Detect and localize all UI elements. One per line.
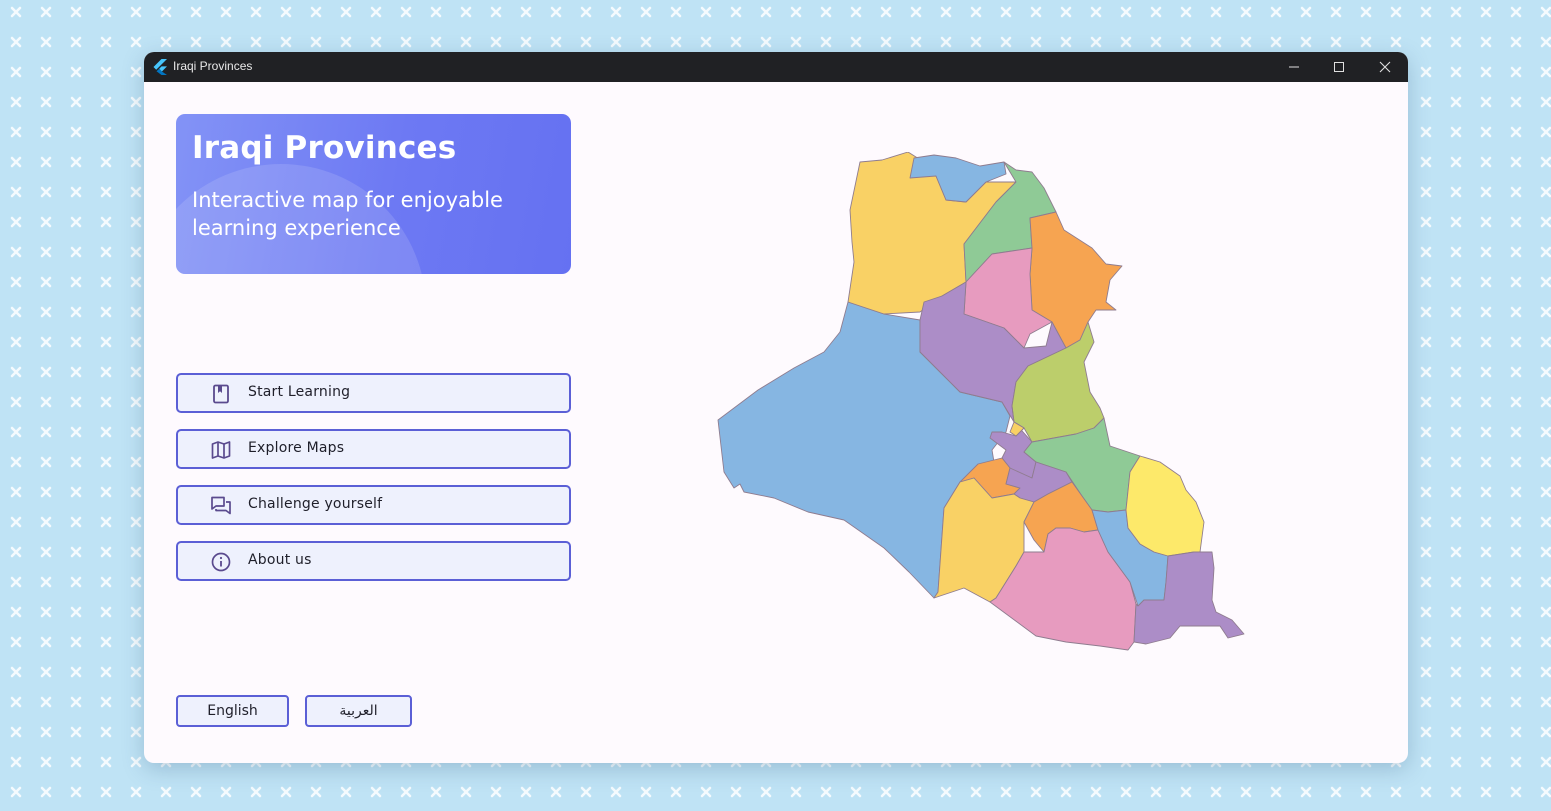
minimize-button[interactable] (1271, 52, 1317, 82)
app-window: Iraqi Provinces Iraqi Provinces Interact… (144, 52, 1408, 763)
minimize-icon (1289, 66, 1299, 68)
start-learning-label: Start Learning (248, 384, 351, 400)
window-title: Iraqi Provinces (173, 59, 253, 73)
province-sulaymaniyah[interactable] (1029, 211, 1123, 349)
province-maysan[interactable] (1125, 455, 1205, 557)
english-language-button[interactable]: English (176, 695, 289, 727)
challenge-yourself-button[interactable]: Challenge yourself (176, 485, 571, 525)
explore-maps-button[interactable]: Explore Maps (176, 429, 571, 469)
explore-maps-label: Explore Maps (248, 440, 345, 456)
hero-title: Iraqi Provinces (192, 130, 457, 166)
iraq-provinces-map (717, 152, 1245, 651)
close-button[interactable] (1362, 52, 1408, 82)
info-icon (211, 552, 231, 572)
chat-bubbles-icon (211, 496, 231, 515)
about-us-button[interactable]: About us (176, 541, 571, 581)
hero-subtitle: Interactive map for enjoyable learning e… (192, 188, 503, 240)
arabic-language-button[interactable]: العربية (305, 695, 412, 727)
about-us-label: About us (248, 552, 312, 568)
bookmark-book-icon (213, 384, 229, 404)
title-bar: Iraqi Provinces (144, 52, 1408, 82)
start-learning-button[interactable]: Start Learning (176, 373, 571, 413)
hero-banner: Iraqi Provinces Interactive map for enjo… (176, 114, 571, 274)
map-icon (211, 441, 231, 459)
maximize-icon (1334, 62, 1344, 72)
close-icon (1379, 61, 1391, 73)
maximize-button[interactable] (1316, 52, 1362, 82)
challenge-yourself-label: Challenge yourself (248, 496, 383, 512)
flutter-logo-icon (153, 59, 167, 75)
